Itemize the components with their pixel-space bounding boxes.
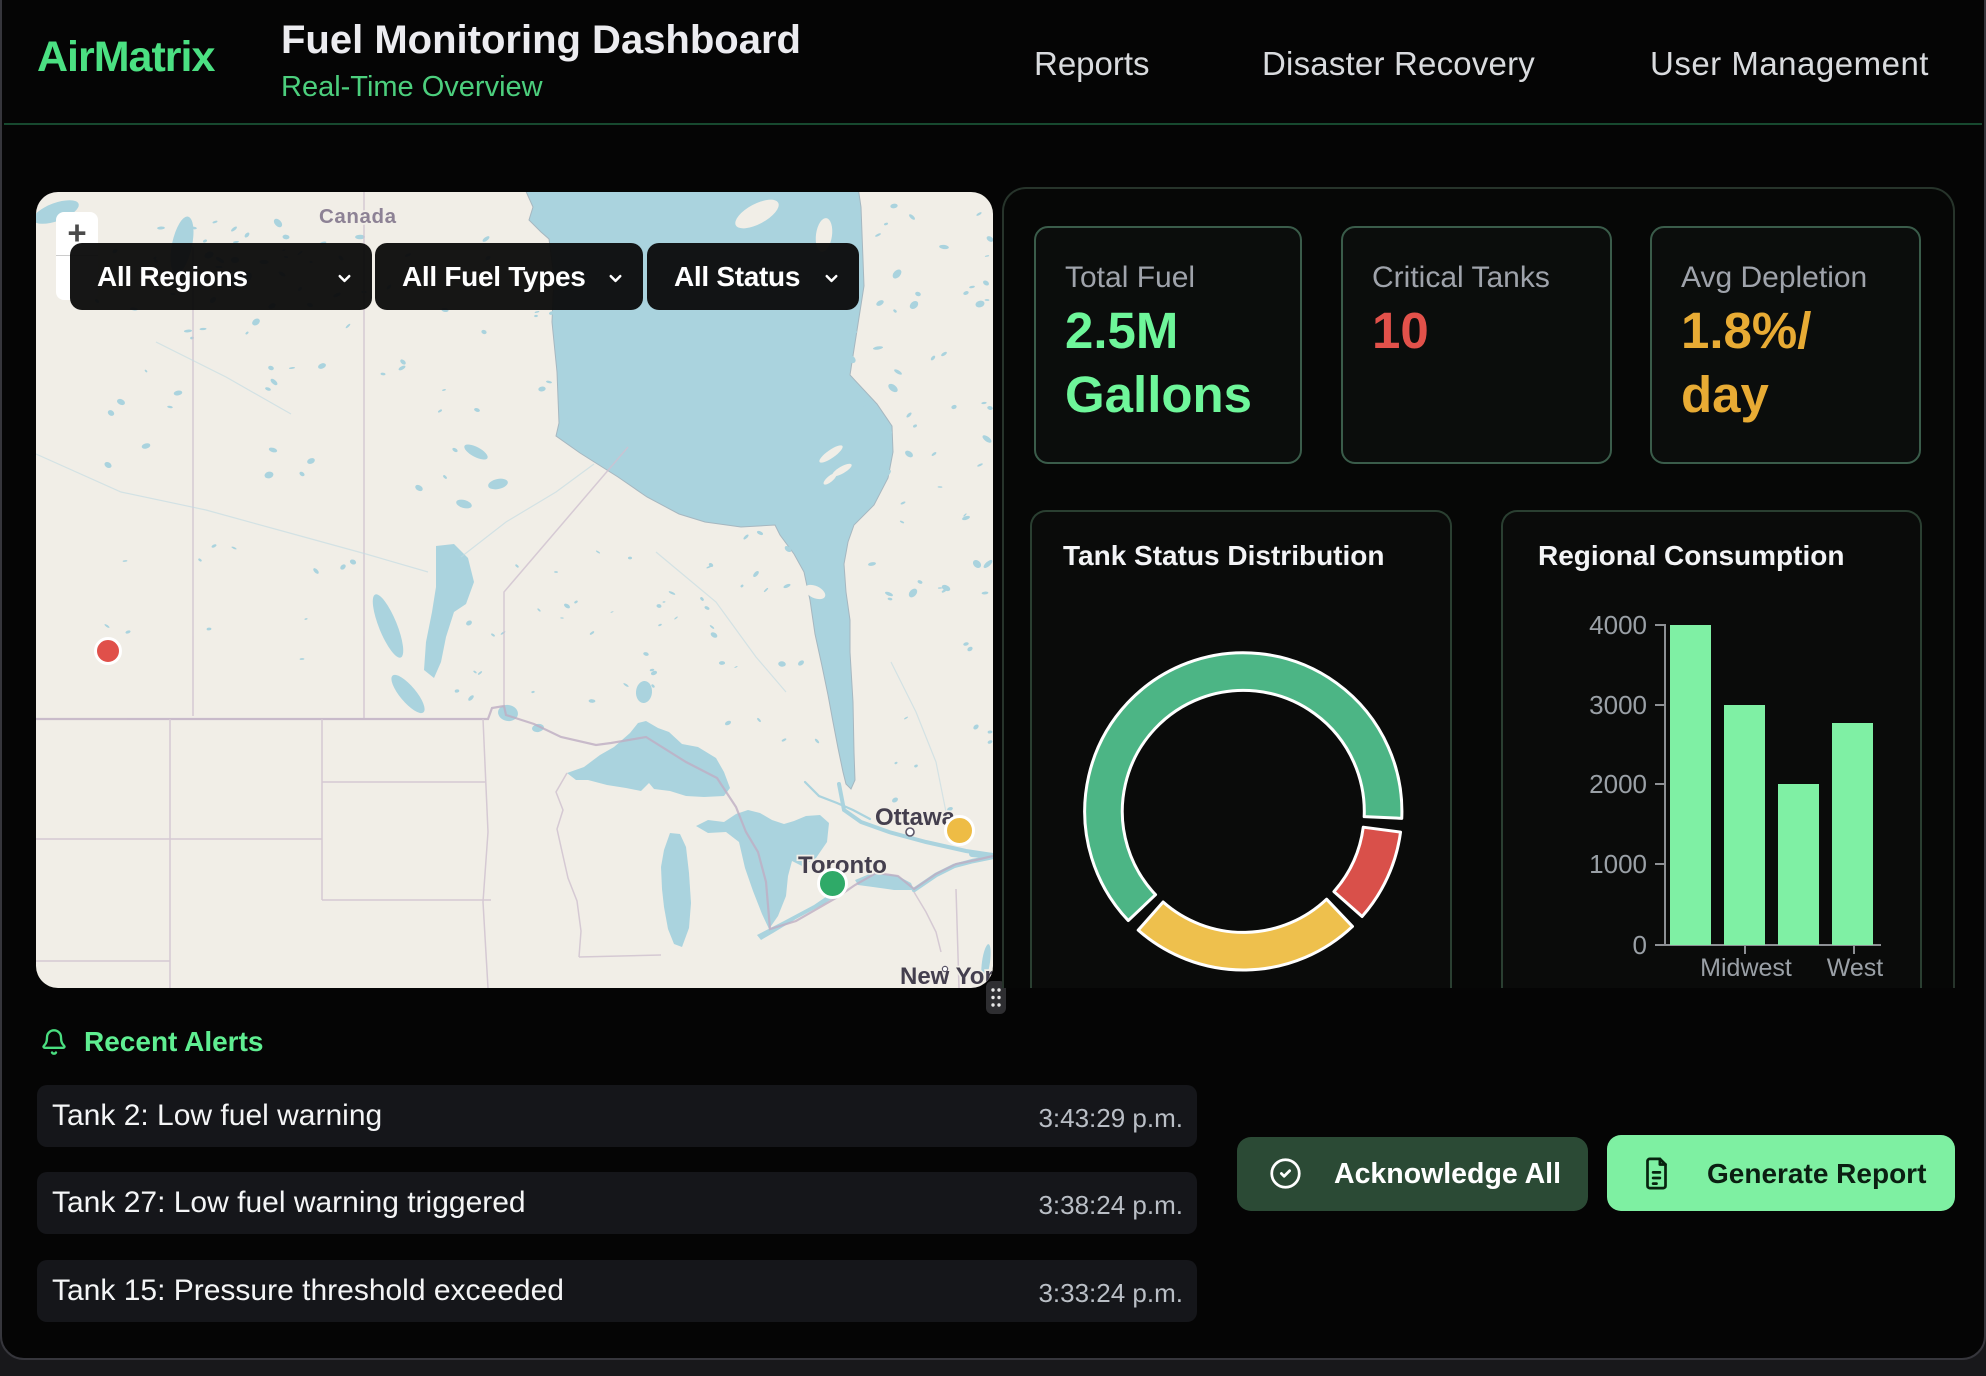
svg-text:Canada: Canada [319,205,397,228]
